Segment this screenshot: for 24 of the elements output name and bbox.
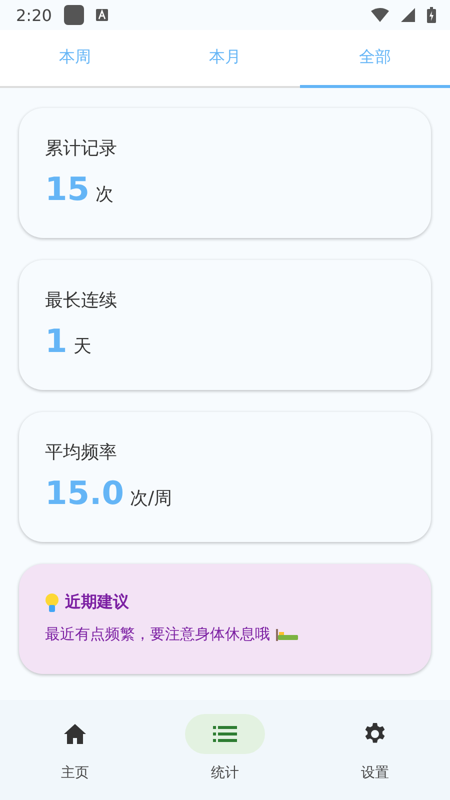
suggestion-title: 近期建议 <box>65 592 129 613</box>
app-notification-icon <box>64 5 84 25</box>
suggestion-text: 最近有点频繁，要注意身体休息哦 <box>45 625 270 644</box>
stat-value: 1 <box>45 322 68 360</box>
nav-item[interactable]: 设置 <box>300 700 450 800</box>
signal-icon <box>401 8 415 22</box>
bed-icon <box>276 628 298 640</box>
stat-label: 最长连续 <box>45 289 118 312</box>
home-icon <box>63 723 87 745</box>
stat-unit: 天 <box>73 335 92 358</box>
wifi-icon <box>371 8 389 22</box>
stat-label: 平均频率 <box>45 441 118 464</box>
keyboard-notification-icon <box>96 9 108 21</box>
battery-icon <box>427 7 436 23</box>
stat-label: 累计记录 <box>45 137 118 160</box>
stat-unit: 次 <box>96 183 114 206</box>
stat-value: 15 <box>45 170 90 208</box>
list-icon <box>213 726 237 742</box>
lightbulb-icon <box>45 592 59 612</box>
stat-value: 15.0 <box>45 474 124 512</box>
nav-item[interactable]: 主页 <box>0 700 150 800</box>
nav-item[interactable]: 统计 <box>150 700 300 800</box>
stat-unit: 次/周 <box>130 487 172 510</box>
status-time: 2:20 <box>16 6 52 24</box>
